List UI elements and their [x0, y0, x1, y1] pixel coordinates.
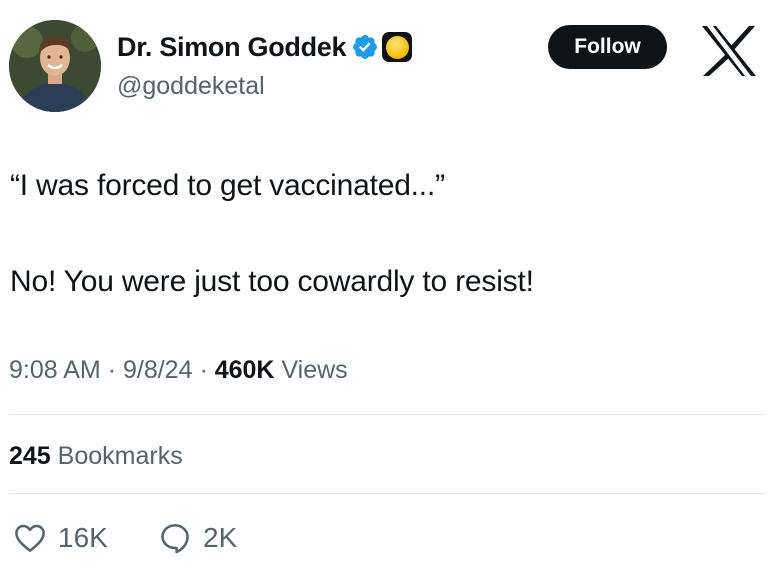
author-name-row: Dr. Simon Goddek — [117, 30, 413, 64]
coin-icon — [385, 35, 409, 59]
tweet-text-line-1: “I was forced to get vaccinated...” — [10, 169, 445, 202]
heart-icon — [14, 523, 46, 553]
tweet-meta: 9:08 AM · 9/8/24 · 460K Views — [9, 356, 348, 385]
action-bar: 16K 2K — [14, 522, 237, 554]
author-handle[interactable]: @goddeketal — [117, 72, 265, 101]
views-count: 460K — [214, 356, 275, 384]
bookmarks-stat[interactable]: 245 Bookmarks — [9, 442, 183, 471]
tweet-date[interactable]: 9/8/24 — [123, 356, 193, 384]
reply-bubble-icon — [159, 522, 191, 554]
follow-button[interactable]: Follow — [548, 25, 667, 69]
tweet-card: Dr. Simon Goddek @goddeketal Follow “I w… — [0, 0, 768, 576]
x-logo-icon — [700, 24, 758, 78]
meta-separator: · — [199, 356, 208, 384]
author-display-name[interactable]: Dr. Simon Goddek — [117, 32, 347, 63]
divider — [9, 414, 765, 415]
meta-separator: · — [107, 356, 117, 384]
affiliate-badge-icon[interactable] — [382, 32, 413, 62]
bookmarks-count: 245 — [9, 442, 51, 470]
like-button[interactable]: 16K — [14, 522, 159, 554]
avatar[interactable] — [9, 20, 101, 112]
reply-count: 2K — [203, 522, 238, 553]
like-count: 16K — [58, 522, 108, 553]
bookmarks-label: Bookmarks — [57, 442, 183, 470]
divider — [9, 493, 765, 494]
tweet-text-line-2: No! You were just too cowardly to resist… — [10, 265, 534, 298]
views-label: Views — [281, 356, 348, 384]
tweet-time[interactable]: 9:08 AM — [9, 356, 101, 384]
reply-button[interactable]: 2K — [159, 522, 237, 554]
verified-badge-icon — [351, 33, 379, 61]
